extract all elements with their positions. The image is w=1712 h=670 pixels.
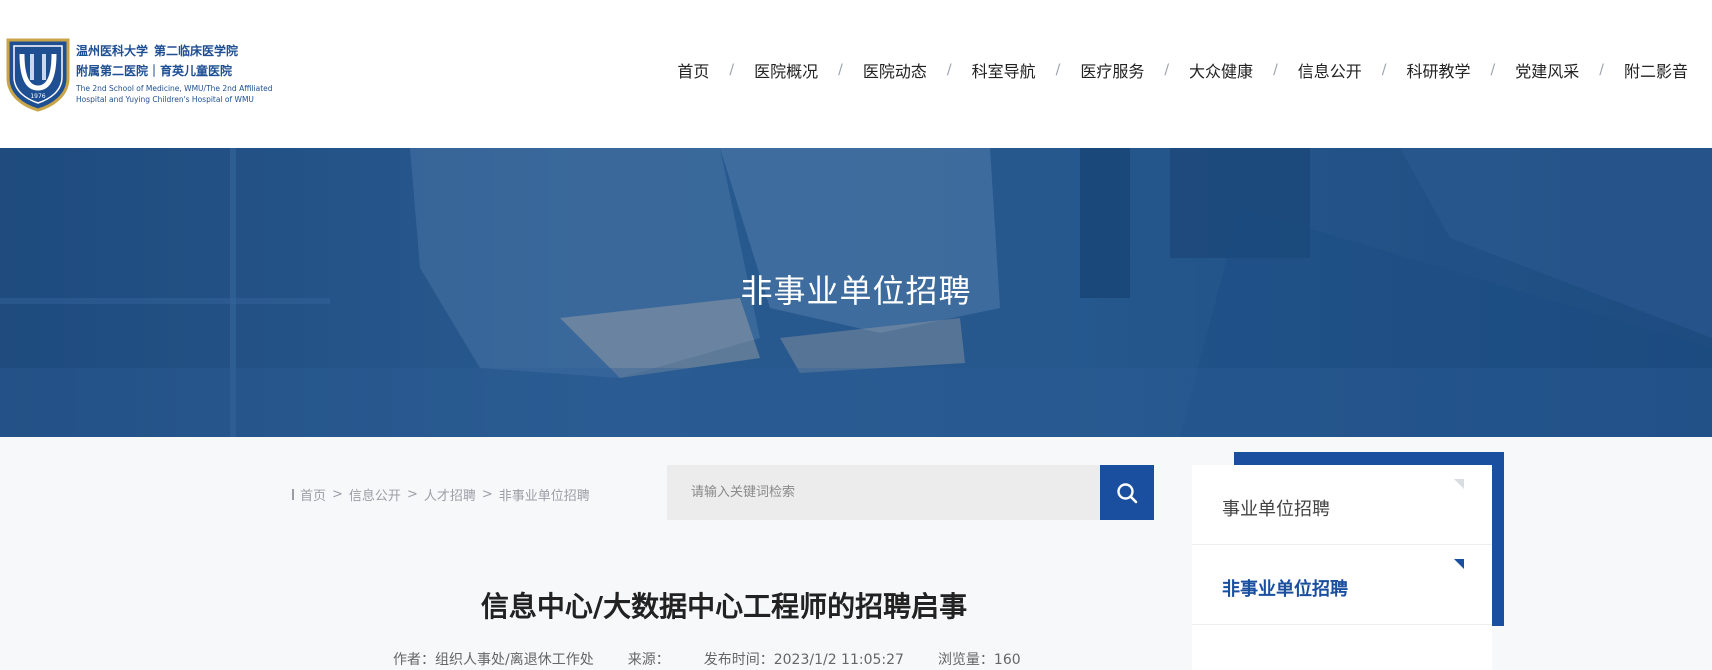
nav-item-medical-services[interactable]: 医疗服务 [1080,58,1144,82]
breadcrumb-information[interactable]: 信息公开 [349,485,401,504]
nav-separator: / [946,62,952,78]
shield-icon: 1976 [6,38,70,112]
main-nav: 首页 / 医院概况 / 医院动态 / 科室导航 / 医疗服务 / 大众健康 / … [677,58,1688,82]
breadcrumb-separator: > [332,487,343,502]
nav-separator: / [1381,62,1387,78]
breadcrumb-current[interactable]: 非事业单位招聘 [499,485,590,504]
article-view-count: 浏览量：160 [937,652,1021,668]
article-meta: 作者：组织人事处/离退休工作处 来源： 发布时间：2023/1/2 11:05:… [393,649,1055,669]
breadcrumb-separator: > [481,487,493,502]
search-icon [1117,482,1138,503]
nav-separator: / [1164,62,1170,78]
breadcrumb-recruitment[interactable]: 人才招聘 [424,485,476,504]
sidebar-item-non-institutional-recruitment[interactable]: 非事业单位招聘 [1192,545,1492,625]
search-input[interactable] [667,465,1100,520]
logo-school: 第二临床医学院 [154,44,239,58]
logo-text: 温州医科大学 第二临床医学院 附属第二医院｜育英儿童医院 The 2nd Sch… [76,42,273,105]
corner-marker-icon [1454,479,1464,489]
nav-item-home[interactable]: 首页 [677,58,709,82]
main-content: 首页 > 信息公开 > 人才招聘 > 非事业单位招聘 信息中心/大数据中心工程师… [0,437,1712,670]
nav-item-research[interactable]: 科研教学 [1407,58,1471,82]
breadcrumb-separator: > [406,487,418,502]
nav-separator: / [1273,62,1278,78]
search-button[interactable] [1100,465,1154,520]
nav-separator: / [1055,62,1061,78]
nav-item-information[interactable]: 信息公开 [1298,58,1362,82]
nav-item-public-health[interactable]: 大众健康 [1189,58,1253,82]
article-author: 作者：组织人事处/离退休工作处 [393,652,594,668]
logo-english-line1: The 2nd School of Medicine, WMU/The 2nd … [76,84,273,93]
article-source: 来源： [627,652,670,668]
badge-year: 1976 [30,93,45,100]
sidebar-item-label: 事业单位招聘 [1222,499,1330,520]
banner-title: 非事业单位招聘 [740,272,972,310]
nav-separator: / [838,62,843,78]
breadcrumb-marker [292,489,294,500]
nav-item-media[interactable]: 附二影音 [1624,58,1688,82]
nav-separator: / [1599,62,1604,78]
nav-item-departments[interactable]: 科室导航 [972,58,1036,82]
logo-hospital: 附属第二医院｜育英儿童医院 [76,64,233,78]
sidebar-item-institutional-recruitment[interactable]: 事业单位招聘 [1192,465,1492,545]
corner-marker-icon [1454,559,1464,569]
page-banner: 非事业单位招聘 [0,148,1712,437]
nav-separator: / [729,62,735,78]
search-bar [667,465,1154,520]
breadcrumb-home[interactable]: 首页 [300,485,326,504]
sidebar-item-label: 非事业单位招聘 [1222,579,1348,600]
site-header: 1976 温州医科大学 第二临床医学院 附属第二医院｜育英儿童医院 The 2n… [0,0,1712,148]
breadcrumb: 首页 > 信息公开 > 人才招聘 > 非事业单位招聘 [292,485,590,504]
article-title: 信息中心/大数据中心工程师的招聘启事 [480,590,968,623]
sidebar-menu: 事业单位招聘 非事业单位招聘 [1192,465,1492,670]
article-publish-time: 发布时间：2023/1/2 11:05:27 [703,652,904,668]
nav-separator: / [1490,62,1496,78]
logo-english-line2: Hospital and Yuying Children's Hospital … [76,95,254,104]
nav-item-party-building[interactable]: 党建风采 [1515,58,1579,82]
logo-university: 温州医科大学 [76,44,149,58]
nav-item-news[interactable]: 医院动态 [863,58,927,82]
hospital-logo[interactable]: 1976 温州医科大学 第二临床医学院 附属第二医院｜育英儿童医院 The 2n… [4,34,273,112]
nav-item-overview[interactable]: 医院概况 [754,58,818,82]
